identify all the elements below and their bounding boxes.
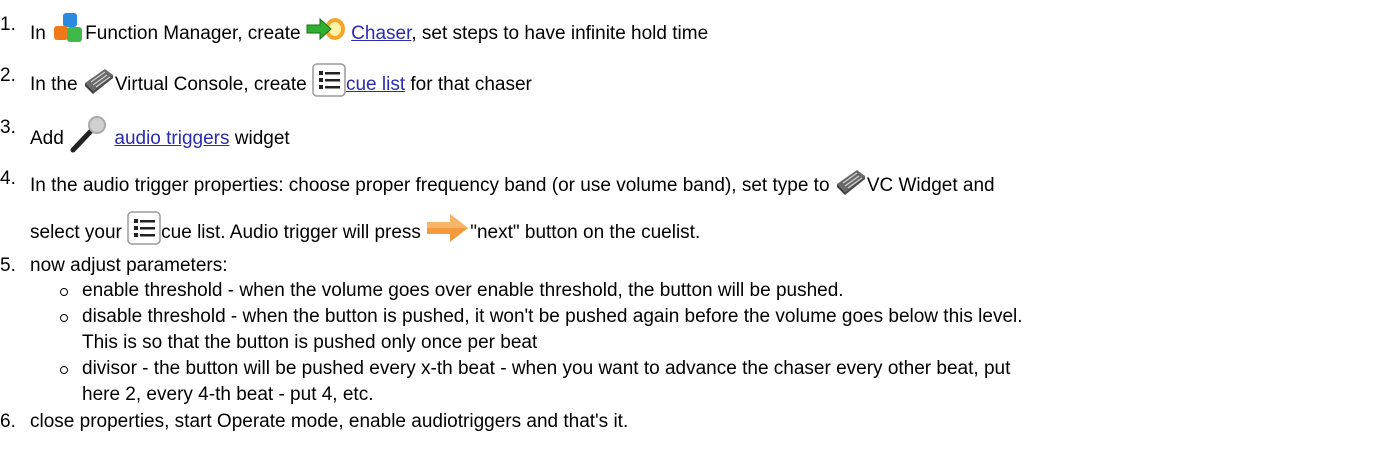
step-text: In the audio trigger properties: choose … bbox=[30, 175, 830, 197]
step-number: 3. bbox=[0, 117, 16, 138]
step-number: 1. bbox=[0, 14, 16, 35]
step-text: Virtual Console, create bbox=[114, 74, 307, 96]
cue-list-icon bbox=[127, 211, 161, 251]
step-text: close properties, start Operate mode, en… bbox=[30, 411, 629, 432]
step-number: 4. bbox=[0, 168, 16, 189]
step-text: Add bbox=[30, 128, 64, 150]
step-text: In the bbox=[30, 74, 78, 96]
step-text: select your bbox=[30, 222, 122, 244]
bullet bbox=[60, 366, 68, 374]
audio-triggers-link[interactable]: audio triggers bbox=[114, 128, 229, 149]
virtual-console-icon bbox=[835, 166, 867, 202]
step-text: Function Manager, create bbox=[85, 23, 301, 45]
step-text: In bbox=[30, 23, 46, 45]
next-arrow-icon bbox=[426, 213, 470, 249]
step-text: now adjust parameters: bbox=[30, 255, 228, 276]
step-number: 5. bbox=[0, 255, 16, 276]
bullet bbox=[60, 288, 68, 296]
step-text: cue list. Audio trigger will press bbox=[161, 222, 421, 244]
step-text: "next" button on the cuelist. bbox=[470, 222, 701, 244]
microphone-icon bbox=[69, 115, 109, 159]
chaser-link[interactable]: Chaser bbox=[351, 23, 411, 44]
function-manager-icon bbox=[51, 12, 85, 52]
step-text: , set steps to have infinite hold time bbox=[411, 23, 709, 45]
cue-list-link[interactable]: cue list bbox=[346, 74, 405, 95]
chaser-icon bbox=[306, 14, 346, 50]
step-text: widget bbox=[234, 128, 290, 150]
step-number: 2. bbox=[0, 65, 16, 86]
bullet bbox=[60, 314, 68, 322]
cue-list-icon bbox=[312, 63, 346, 103]
virtual-console-icon bbox=[83, 65, 115, 101]
step-text: VC Widget and bbox=[866, 175, 995, 197]
step-number: 6. bbox=[0, 411, 16, 432]
step-text: for that chaser bbox=[410, 74, 532, 96]
